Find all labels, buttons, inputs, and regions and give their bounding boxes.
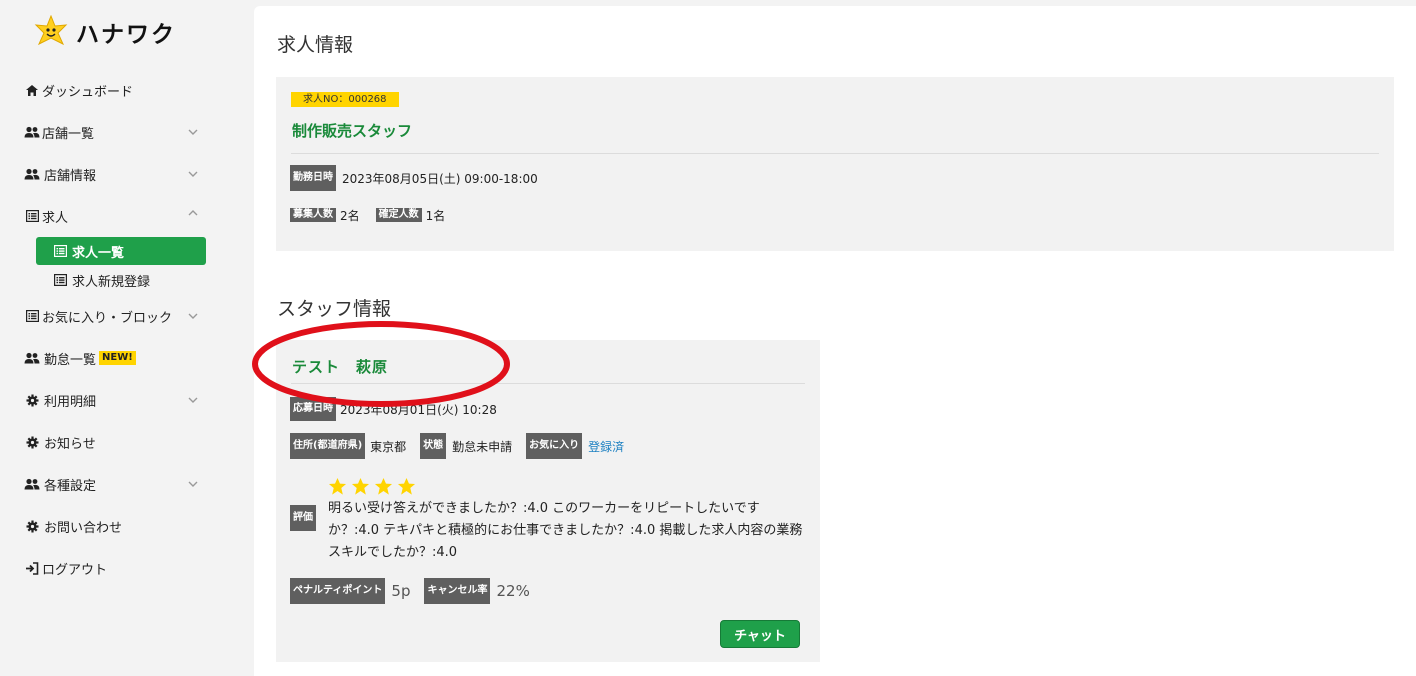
- users-icon: [24, 477, 40, 491]
- sidebar-item-label: 利用明細: [44, 394, 97, 410]
- recruit-count-tag: 募集人数: [290, 208, 336, 222]
- main-content: 求人情報 求人NO：000268 制作販売スタッフ 勤務日時 2023年08月0…: [254, 6, 1416, 676]
- job-title-link[interactable]: 制作販売スタッフ: [292, 120, 412, 141]
- sidebar-item-store-list[interactable]: 店舗一覧: [24, 121, 204, 143]
- brand-name: ハナワク: [76, 22, 176, 48]
- address-value: 東京都: [370, 439, 407, 454]
- gear-icon: [24, 435, 40, 449]
- rating-tag: 評価: [290, 505, 316, 531]
- list-icon: [54, 245, 68, 257]
- recruit-count-value: 2名: [340, 208, 360, 223]
- sidebar-item-label: 勤怠一覧: [44, 352, 97, 368]
- staff-info-row: 住所(都道府県) 東京都 状態 勤怠未申請 お気に入り 登録済: [290, 433, 624, 459]
- chevron-down-icon: [188, 481, 198, 487]
- logout-icon: [24, 561, 40, 575]
- cancel-rate-tag: キャンセル率: [424, 578, 491, 604]
- sidebar-subitem-label: 求人一覧: [72, 245, 125, 261]
- chat-button[interactable]: チャット: [720, 620, 800, 648]
- sidebar-item-contact[interactable]: お問い合わせ: [24, 515, 204, 537]
- divider: [291, 383, 805, 384]
- rating-stars: [328, 477, 416, 496]
- sidebar-item-label: 店舗情報: [44, 168, 97, 184]
- work-date-row: 勤務日時 2023年08月05日(土) 09:00-18:00: [290, 165, 538, 191]
- penalty-tag: ペナルティポイント: [290, 578, 386, 604]
- penalty-value: 5p: [391, 582, 411, 600]
- star-icon: [374, 477, 393, 495]
- job-section-title: 求人情報: [277, 34, 354, 56]
- sidebar-item-settings[interactable]: 各種設定: [24, 473, 204, 495]
- sidebar-item-label: 求人: [42, 210, 69, 226]
- sidebar-item-favorites-block[interactable]: お気に入り・ブロック: [24, 305, 204, 327]
- staff-section-title: スタッフ情報: [277, 298, 392, 320]
- new-badge: NEW!: [99, 351, 136, 365]
- gear-icon: [24, 393, 40, 407]
- sidebar-subitem-job-new[interactable]: 求人新規登録: [36, 266, 206, 294]
- sidebar-item-label: ログアウト: [42, 562, 108, 578]
- home-icon: [24, 83, 40, 97]
- chevron-down-icon: [188, 397, 198, 403]
- apply-date-value: 2023年08月01日(火) 10:28: [340, 402, 497, 417]
- star-icon: [397, 477, 416, 495]
- favorite-status-link[interactable]: 登録済: [588, 438, 624, 455]
- job-number-badge: 求人NO：000268: [291, 92, 399, 107]
- divider: [291, 153, 1379, 154]
- review-text: 明るい受け答えができましたか？:4.0 このワーカーをリピートしたいですか？:4…: [328, 501, 803, 560]
- list-icon: [24, 209, 40, 223]
- confirmed-count-value: 1名: [425, 208, 446, 223]
- staff-card: テスト 萩原 応募日時 2023年08月01日(火) 10:28 住所(都道府県…: [276, 340, 820, 662]
- penalty-row: ペナルティポイント 5p キャンセル率 22%: [290, 578, 530, 604]
- sidebar-item-store-info[interactable]: 店舗情報: [24, 163, 204, 185]
- address-tag: 住所(都道府県): [290, 433, 366, 459]
- flower-logo-icon: [34, 15, 68, 46]
- users-icon: [24, 167, 40, 181]
- work-date-value: 2023年08月05日(土) 09:00-18:00: [342, 171, 538, 186]
- chevron-down-icon: [188, 171, 198, 177]
- sidebar-item-logout[interactable]: ログアウト: [24, 557, 204, 579]
- sidebar-item-attendance[interactable]: 勤怠一覧 NEW!: [24, 347, 204, 369]
- sidebar-item-label: ダッシュボード: [42, 84, 134, 100]
- work-date-tag: 勤務日時: [290, 165, 336, 191]
- sidebar-item-dashboard[interactable]: ダッシュボード: [24, 79, 204, 101]
- staff-name-link[interactable]: テスト 萩原: [292, 356, 388, 377]
- sidebar-item-label: お気に入り・ブロック: [42, 310, 173, 326]
- gear-icon: [24, 519, 40, 533]
- star-icon: [328, 477, 347, 495]
- users-icon: [24, 351, 40, 365]
- recruit-row: 募集人数 2名 確定人数 1名: [290, 207, 445, 223]
- sidebar-item-label: 各種設定: [44, 478, 97, 494]
- favorite-tag: お気に入り: [526, 433, 583, 459]
- apply-date-tag: 応募日時: [290, 397, 336, 421]
- sidebar: ハナワク ダッシュボード 店舗一覧 店舗情報 求人 求人一覧 求人新規登録 お気…: [0, 0, 252, 676]
- confirmed-count-tag: 確定人数: [375, 208, 422, 222]
- chevron-up-icon: [188, 210, 198, 216]
- chevron-down-icon: [188, 129, 198, 135]
- sidebar-subitem-label: 求人新規登録: [72, 274, 151, 290]
- sidebar-item-jobs[interactable]: 求人: [24, 205, 204, 227]
- status-value: 勤怠未申請: [452, 439, 513, 454]
- sidebar-subitem-job-list[interactable]: 求人一覧: [36, 237, 206, 265]
- sidebar-item-notices[interactable]: お知らせ: [24, 431, 204, 453]
- job-card: 求人NO：000268 制作販売スタッフ 勤務日時 2023年08月05日(土)…: [276, 77, 1394, 251]
- sidebar-item-label: お知らせ: [44, 436, 96, 452]
- list-icon: [54, 274, 68, 286]
- sidebar-item-label: 店舗一覧: [42, 126, 95, 142]
- apply-date-row: 応募日時 2023年08月01日(火) 10:28: [290, 397, 497, 421]
- users-icon: [24, 125, 40, 139]
- status-tag: 状態: [420, 433, 447, 459]
- list-icon: [24, 309, 40, 323]
- brand-logo-link[interactable]: ハナワク: [34, 14, 176, 50]
- cancel-rate-value: 22%: [496, 582, 530, 600]
- sidebar-item-label: お問い合わせ: [44, 520, 123, 536]
- rating-row: 評価: [290, 505, 316, 531]
- star-icon: [351, 477, 370, 495]
- chevron-down-icon: [188, 313, 198, 319]
- sidebar-item-usage-statement[interactable]: 利用明細: [24, 389, 204, 411]
